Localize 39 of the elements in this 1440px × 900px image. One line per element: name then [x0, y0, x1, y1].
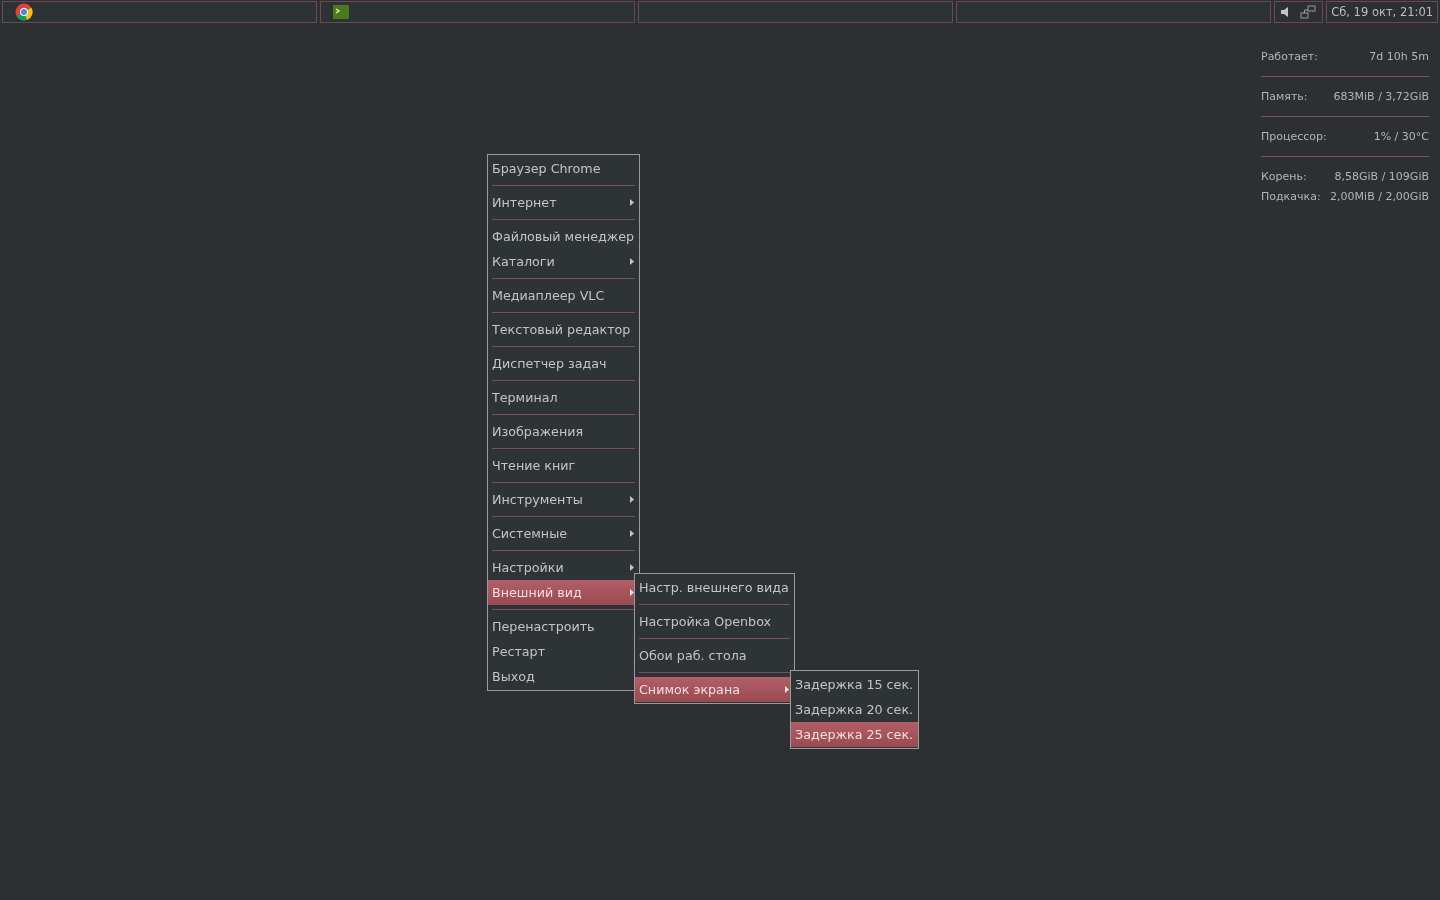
- monitor-value: 1% / 30°C: [1373, 129, 1429, 143]
- menu-item[interactable]: Каталоги: [488, 249, 640, 274]
- browser-icon[interactable]: [15, 3, 33, 21]
- monitor-label: Память:: [1261, 89, 1308, 103]
- menu-item[interactable]: Чтение книг: [488, 453, 640, 478]
- menu-item[interactable]: Обои раб. стола: [635, 643, 794, 668]
- menu-item[interactable]: Интернет: [488, 190, 640, 215]
- network-icon[interactable]: [1300, 4, 1317, 20]
- menu-item[interactable]: Браузер Chrome: [488, 156, 640, 181]
- monitor-value: 8,58GiB / 109GiB: [1334, 169, 1429, 183]
- submenu-arrow-icon: [630, 564, 635, 571]
- monitor-label: Процессор:: [1261, 129, 1327, 143]
- monitor-value: 7d 10h 5m: [1369, 49, 1429, 63]
- monitor-label: Корень:: [1261, 169, 1307, 183]
- menu-item[interactable]: Задержка 25 сек.: [791, 722, 919, 747]
- menu-item[interactable]: Задержка 20 сек.: [791, 697, 919, 722]
- menu-item[interactable]: Изображения: [488, 419, 640, 444]
- submenu-arrow-icon: [630, 530, 635, 537]
- submenu-arrow-icon: [630, 496, 635, 503]
- menu-item[interactable]: Файловый менеджер: [488, 224, 640, 249]
- menu-item[interactable]: Задержка 15 сек.: [791, 672, 919, 697]
- terminal-icon[interactable]: [333, 5, 350, 19]
- clock[interactable]: Сб, 19 окт, 21:01: [1326, 1, 1439, 23]
- menu-item[interactable]: Текстовый редактор: [488, 317, 640, 342]
- menu-item[interactable]: Терминал: [488, 385, 640, 410]
- monitor-value: 2,00MiB / 2,00GiB: [1330, 189, 1429, 203]
- submenu-arrow-icon: [784, 686, 789, 693]
- submenu-arrow-icon: [630, 589, 635, 596]
- submenu-arrow-icon: [630, 199, 635, 206]
- menu-item[interactable]: Инструменты: [488, 487, 640, 512]
- volume-icon[interactable]: [1281, 7, 1289, 17]
- monitor-value: 683MiB / 3,72GiB: [1333, 89, 1429, 103]
- menu-item[interactable]: Настройка Openbox: [635, 609, 794, 634]
- submenu-arrow-icon: [630, 258, 635, 265]
- monitor-label: Подкачка:: [1261, 189, 1321, 203]
- monitor-label: Работает:: [1261, 49, 1318, 63]
- menu-item[interactable]: Медиаплеер VLC: [488, 283, 640, 308]
- menu-item[interactable]: Системные: [488, 521, 640, 546]
- menu-item[interactable]: Диспетчер задач: [488, 351, 640, 376]
